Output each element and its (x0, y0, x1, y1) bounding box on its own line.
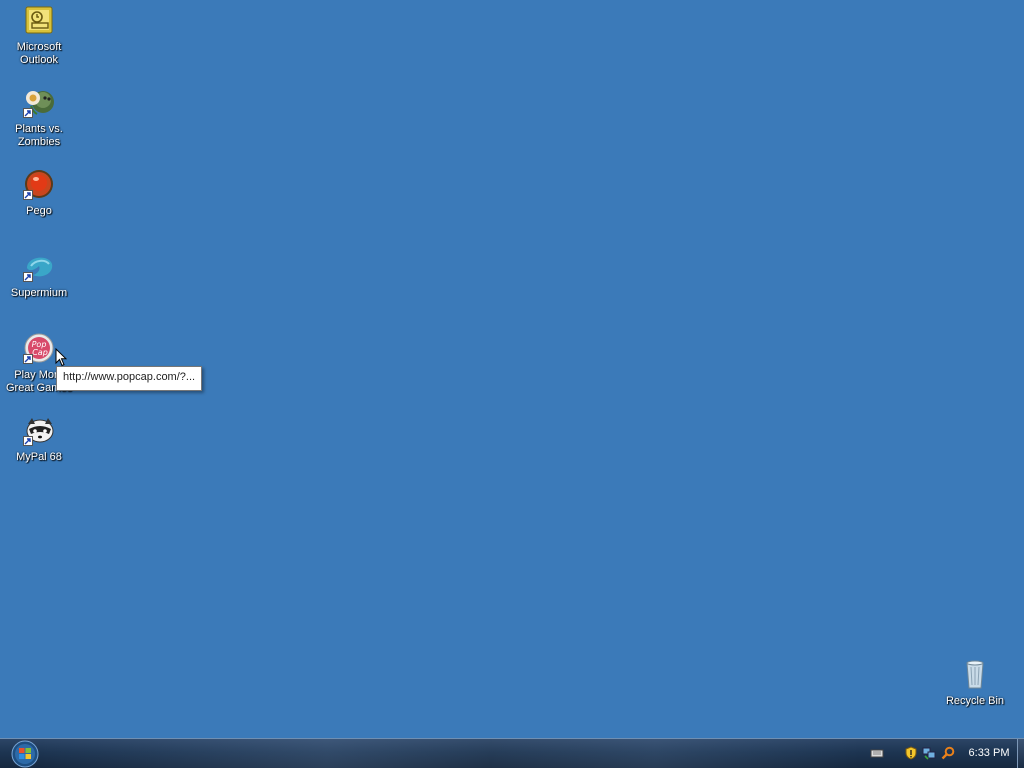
windows-start-orb[interactable] (10, 740, 40, 768)
url-tooltip: http://www.popcap.com/?... (56, 366, 203, 391)
svg-text:Cap: Cap (32, 348, 48, 357)
keyboard-icon[interactable] (870, 746, 884, 760)
taskbar-clock[interactable]: 6:33 PM (964, 739, 1014, 768)
desktop[interactable]: Microsoft Outlook Plants vs. Zombies Peg… (0, 0, 1024, 738)
desktop-icon-pego[interactable]: Pego (0, 168, 78, 218)
shortcut-arrow-icon (23, 436, 33, 446)
desktop-icon-label: MyPal 68 (16, 451, 62, 463)
desktop-icon-label: Supermium (10, 287, 68, 299)
desktop-icon-plants-vs-zombies[interactable]: Plants vs. Zombies (0, 86, 78, 149)
shortcut-arrow-icon (23, 190, 33, 200)
supermium-icon (23, 250, 55, 282)
search-icon[interactable] (941, 746, 955, 760)
shortcut-arrow-icon (23, 272, 33, 282)
desktop-icon-label: Pego (26, 205, 52, 217)
system-tray: 6:33 PM (862, 739, 1024, 768)
desktop-icon-outlook[interactable]: Microsoft Outlook (0, 4, 78, 67)
shortcut-arrow-icon (23, 354, 33, 364)
shortcut-arrow-icon (23, 108, 33, 118)
desktop-icon-recycle-bin[interactable]: Recycle Bin (936, 658, 1014, 708)
mypal-icon (23, 414, 55, 446)
security-shield-icon[interactable] (904, 746, 918, 760)
desktop-icon-label: Plants vs. Zombies (15, 123, 63, 148)
show-desktop-button[interactable] (1017, 739, 1024, 768)
taskbar: 6:33 PM (0, 738, 1024, 768)
network-icon[interactable] (922, 746, 936, 760)
outlook-icon (23, 4, 55, 36)
pego-icon (23, 168, 55, 200)
popcap-icon: Pop Cap (23, 332, 55, 364)
desktop-icon-label: Microsoft Outlook (16, 41, 62, 66)
recycle-bin-icon (959, 658, 991, 690)
desktop-icon-label: Recycle Bin (945, 695, 1005, 707)
taskbar-sheen (40, 739, 860, 768)
plants-vs-zombies-icon (23, 86, 55, 118)
desktop-icon-mypal-68[interactable]: MyPal 68 (0, 414, 78, 464)
mouse-cursor-icon (55, 348, 67, 367)
desktop-icon-supermium[interactable]: Supermium (0, 250, 78, 300)
